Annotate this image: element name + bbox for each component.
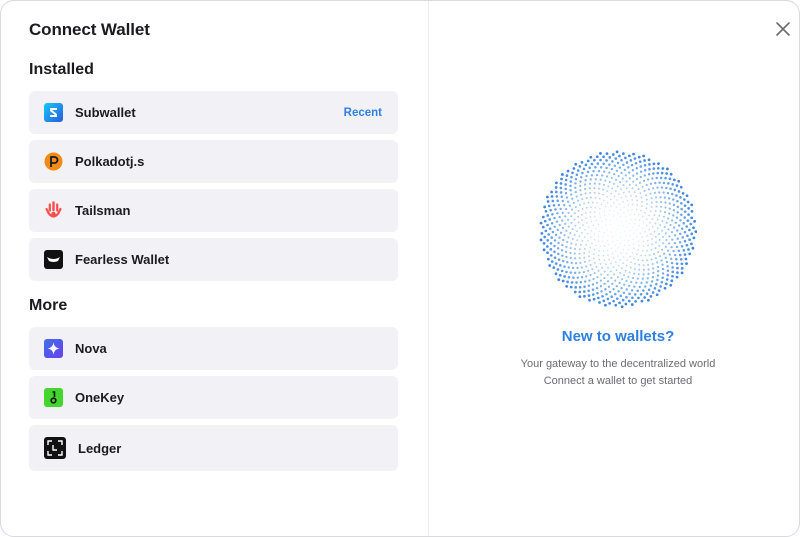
fearless-wallet-icon xyxy=(44,250,63,269)
wallet-item-talisman[interactable]: Tailsman xyxy=(29,189,398,232)
new-to-wallets-heading: New to wallets? xyxy=(561,328,675,345)
dotted-circle-illustration xyxy=(539,150,697,308)
wallet-item-label: Ledger xyxy=(78,440,122,456)
wallet-item-polkadotjs[interactable]: Polkadotj.s xyxy=(29,140,398,183)
recent-badge: Recent xyxy=(343,106,382,119)
gateway-text: Your gateway to the decentralized world xyxy=(520,358,716,370)
nova-icon xyxy=(44,339,63,358)
wallet-item-label: Tailsman xyxy=(75,203,131,218)
polkadotjs-icon xyxy=(44,152,63,171)
get-started-text: Connect a wallet to get started xyxy=(543,375,693,387)
wallet-item-label: OneKey xyxy=(75,390,125,405)
wallet-item-label: Nova xyxy=(75,341,107,356)
intro-panel: New to wallets? Your gateway to the dece… xyxy=(429,1,799,536)
wallet-item-label: Fearless Wallet xyxy=(75,252,170,267)
modal-title: Connect Wallet xyxy=(29,20,150,39)
wallet-item-subwallet[interactable]: Subwallet Recent xyxy=(29,91,398,134)
subwallet-icon xyxy=(44,103,63,122)
wallet-item-label: Polkadotj.s xyxy=(75,154,145,169)
more-heading: More xyxy=(29,297,68,314)
onekey-icon xyxy=(44,388,63,407)
wallet-item-onekey[interactable]: OneKey xyxy=(29,376,398,419)
talisman-icon xyxy=(44,201,63,220)
wallet-item-label: Subwallet xyxy=(75,105,136,120)
wallet-list-panel: Connect Wallet Installed Subwallet Recen… xyxy=(1,1,429,536)
wallet-item-ledger[interactable]: Ledger xyxy=(29,425,398,471)
wallet-item-nova[interactable]: Nova xyxy=(29,327,398,370)
connect-wallet-modal: Connect Wallet Installed Subwallet Recen… xyxy=(0,0,800,537)
installed-heading: Installed xyxy=(29,61,94,78)
ledger-icon xyxy=(44,437,66,459)
wallet-item-fearless[interactable]: Fearless Wallet xyxy=(29,238,398,281)
